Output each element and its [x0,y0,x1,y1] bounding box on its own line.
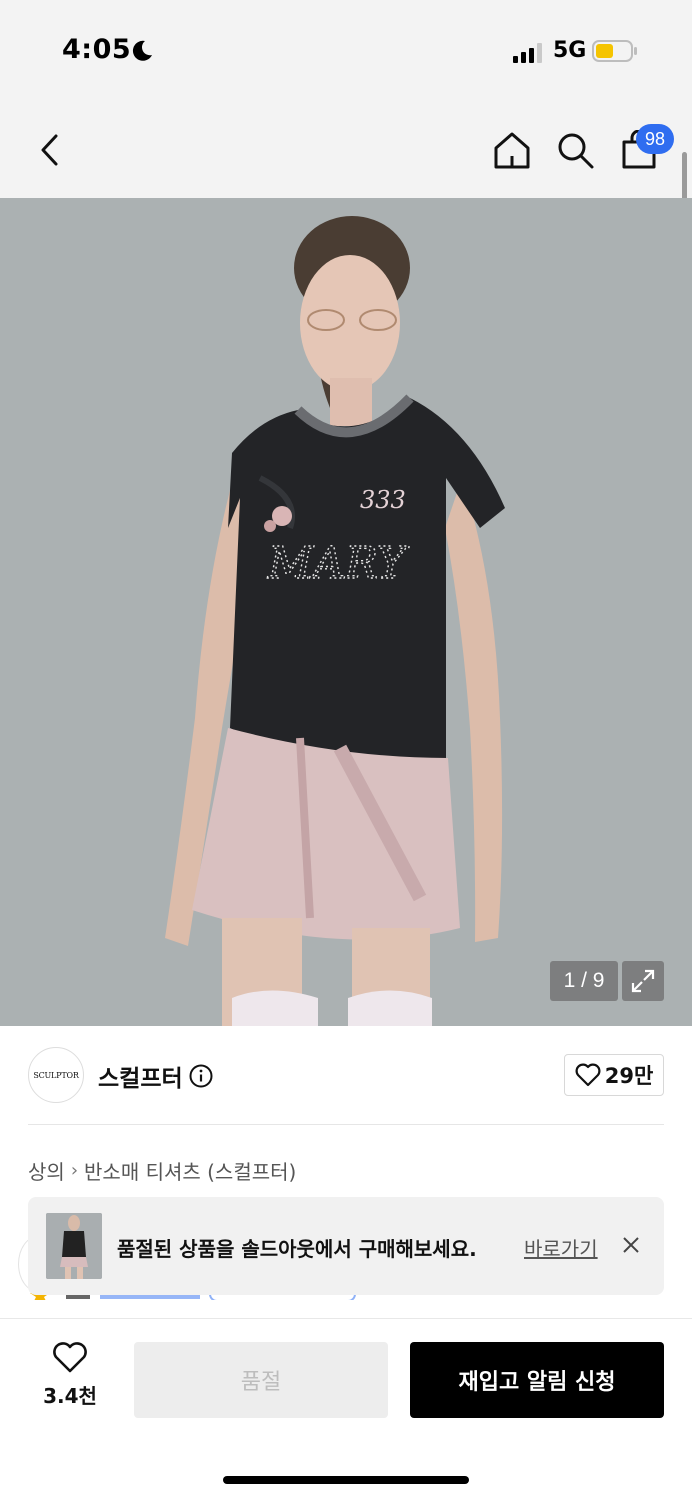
breadcrumb-item-short-sleeve[interactable]: 반소매 티셔츠 (스컬프터) [84,1156,296,1185]
svg-text:333: 333 [360,486,406,514]
close-icon[interactable] [620,1234,642,1256]
back-button[interactable] [28,128,72,172]
restock-alert-button[interactable]: 재입고 알림 신청 [410,1342,664,1418]
top-nav [0,100,692,198]
search-icon [558,133,594,169]
breadcrumb-item-top[interactable]: 상의 [28,1156,65,1185]
brand-logo[interactable]: SCULPTOR [28,1047,84,1103]
banner-message: 품절된 상품을 솔드아웃에서 구매해보세요. [117,1237,477,1261]
banner-thumbnail [46,1213,102,1279]
brand-name[interactable]: 스컬프터 [98,1059,183,1093]
heart-icon [575,1063,601,1087]
info-icon[interactable] [189,1064,213,1088]
soldout-banner: 품절된 상품을 솔드아웃에서 구매해보세요. 바로가기 [28,1197,664,1295]
search-button[interactable] [553,128,597,172]
brand-like-button[interactable]: 29만 [564,1054,664,1096]
network-type: 5G [553,38,587,63]
home-indicator[interactable] [223,1476,469,1484]
wishlist-button[interactable]: 3.4천 [30,1342,110,1418]
signal-icon [513,43,542,63]
cart-count-badge: 98 [636,124,674,154]
home-icon [494,132,530,169]
soldout-button: 품절 [134,1342,388,1418]
brand-like-count: 29만 [604,1064,654,1088]
banner-shortcut-link[interactable]: 바로가기 [524,1233,598,1262]
product-photo: 333 MARY [0,198,692,1026]
home-button[interactable] [490,128,534,172]
moon-icon [132,40,152,61]
gallery-page-indicator: 1 / 9 [550,961,618,1001]
battery-icon [592,40,637,62]
status-bar: 4:05 5G [0,0,692,100]
divider [28,1124,664,1125]
back-icon [41,134,58,166]
chevron-right-icon: › [70,1160,79,1181]
expand-button[interactable] [622,961,664,1001]
breadcrumb: 상의 › 반소매 티셔츠 (스컬프터) [28,1156,296,1185]
product-image[interactable]: 333 MARY [0,198,692,1026]
expand-icon [631,969,655,993]
svg-text:MARY: MARY [267,538,410,589]
heart-icon [53,1342,87,1373]
status-time: 4:05 [62,34,132,65]
wishlist-count: 3.4천 [43,1384,97,1408]
